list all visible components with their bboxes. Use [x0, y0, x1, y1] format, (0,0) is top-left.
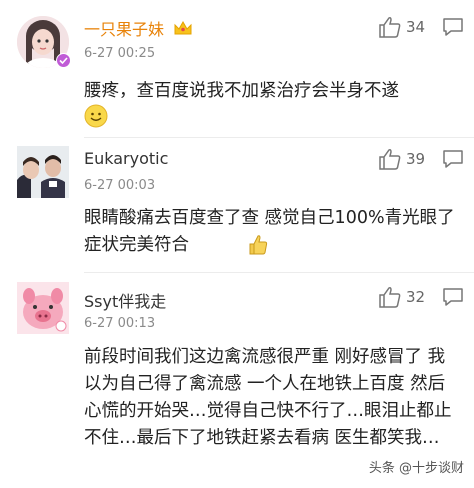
avatar[interactable] — [17, 146, 69, 198]
avatar[interactable] — [17, 282, 69, 334]
comment-text: 腰疼，查百度说我不加紧治疗会半身不遂 — [84, 78, 464, 105]
like-icon[interactable] — [378, 286, 402, 308]
comment-text-content: 前段时间我们这边禽流感很严重 刚好感冒了 我以为自己得了禽流感 一个人在地铁上百… — [84, 347, 452, 448]
username[interactable]: 一只果子妹 — [84, 16, 193, 40]
comment-time: 6-27 00:03 — [84, 178, 156, 193]
username[interactable]: Ssyt伴我走 — [84, 288, 166, 312]
username-text: 一只果子妹 — [84, 20, 165, 39]
reply-icon[interactable] — [442, 17, 464, 37]
comment-time: 6-27 00:13 — [84, 316, 156, 331]
comment-time: 6-27 00:25 — [84, 46, 156, 61]
divider — [84, 272, 474, 273]
like-icon[interactable] — [378, 148, 402, 170]
like-count: 39 — [406, 150, 426, 168]
divider — [84, 137, 474, 138]
verified-badge-icon — [56, 53, 71, 68]
like-count: 34 — [406, 18, 426, 36]
comment-text-content: 腰疼，查百度说我不加紧治疗会半身不遂 — [84, 81, 399, 101]
watermark: 头条 @十步谈财 — [369, 457, 464, 476]
thumbs-up-emoji — [249, 235, 268, 255]
reply-icon[interactable] — [442, 149, 464, 169]
like-icon[interactable] — [378, 16, 402, 38]
smile-emoji — [84, 104, 108, 128]
comment-text-content: 眼睛酸痛去百度查了查 感觉自己100%青光眼了 症状完美符合 — [84, 208, 455, 255]
watermark-text: 头条 @十步谈财 — [368, 461, 464, 476]
reply-icon[interactable] — [442, 287, 464, 307]
comment-text: 眼睛酸痛去百度查了查 感觉自己100%青光眼了 症状完美符合 — [84, 205, 462, 259]
like-count: 32 — [406, 288, 426, 306]
comment-text: 前段时间我们这边禽流感很严重 刚好感冒了 我以为自己得了禽流感 一个人在地铁上百… — [84, 344, 456, 452]
username[interactable]: Eukaryotic — [84, 149, 168, 168]
crown-icon — [174, 20, 192, 35]
